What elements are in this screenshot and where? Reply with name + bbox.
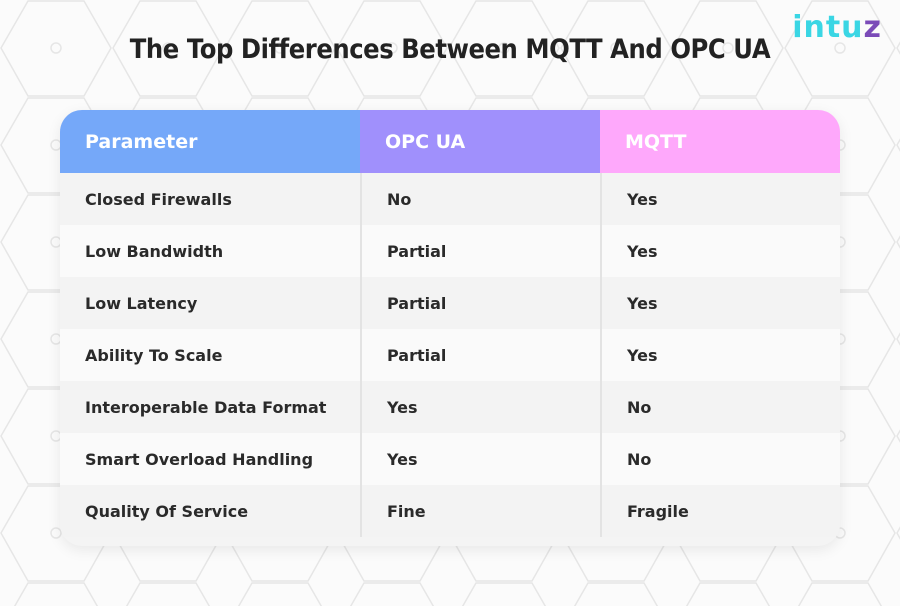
table-row: Interoperable Data Format Yes No	[60, 381, 840, 433]
table-row: Low Latency Partial Yes	[60, 277, 840, 329]
cell-mqtt: Yes	[600, 225, 840, 277]
cell-mqtt: No	[600, 381, 840, 433]
cell-parameter: Low Latency	[85, 293, 198, 313]
table-row: Smart Overload Handling Yes No	[60, 433, 840, 485]
cell-opc-ua: Yes	[360, 381, 600, 433]
cell-opc-ua: Partial	[360, 277, 600, 329]
page-title: The Top Differences Between MQTT And OPC…	[129, 34, 771, 65]
cell-parameter: Low Bandwidth	[85, 241, 224, 261]
table-body: Closed Firewalls No Yes Low Bandwidth Pa…	[60, 173, 840, 546]
table-row: Ability To Scale Partial Yes	[60, 329, 840, 381]
table-row: Closed Firewalls No Yes	[60, 173, 840, 225]
cell-mqtt: Fragile	[600, 485, 840, 537]
cell-parameter: Smart Overload Handling	[85, 449, 314, 469]
header-parameter: Parameter	[60, 110, 360, 173]
table-row: Low Bandwidth Partial Yes	[60, 225, 840, 277]
cell-parameter: Quality Of Service	[85, 501, 249, 521]
comparison-table: Parameter OPC UA MQTT Closed Firewalls N…	[60, 110, 840, 546]
cell-mqtt: Yes	[600, 173, 840, 225]
cell-parameter: Interoperable Data Format	[85, 397, 327, 417]
cell-opc-ua: Yes	[360, 433, 600, 485]
cell-parameter: Ability To Scale	[85, 345, 223, 365]
header-opc-ua: OPC UA	[360, 110, 600, 173]
cell-opc-ua: Partial	[360, 225, 600, 277]
cell-mqtt: Yes	[600, 329, 840, 381]
table-header-row: Parameter OPC UA MQTT	[60, 110, 840, 173]
cell-mqtt: Yes	[600, 277, 840, 329]
cell-opc-ua: Partial	[360, 329, 600, 381]
cell-opc-ua: No	[360, 173, 600, 225]
cell-mqtt: No	[600, 433, 840, 485]
cell-parameter: Closed Firewalls	[85, 189, 232, 209]
table-row: Quality Of Service Fine Fragile	[60, 485, 840, 537]
header-mqtt: MQTT	[600, 110, 840, 173]
cell-opc-ua: Fine	[360, 485, 600, 537]
